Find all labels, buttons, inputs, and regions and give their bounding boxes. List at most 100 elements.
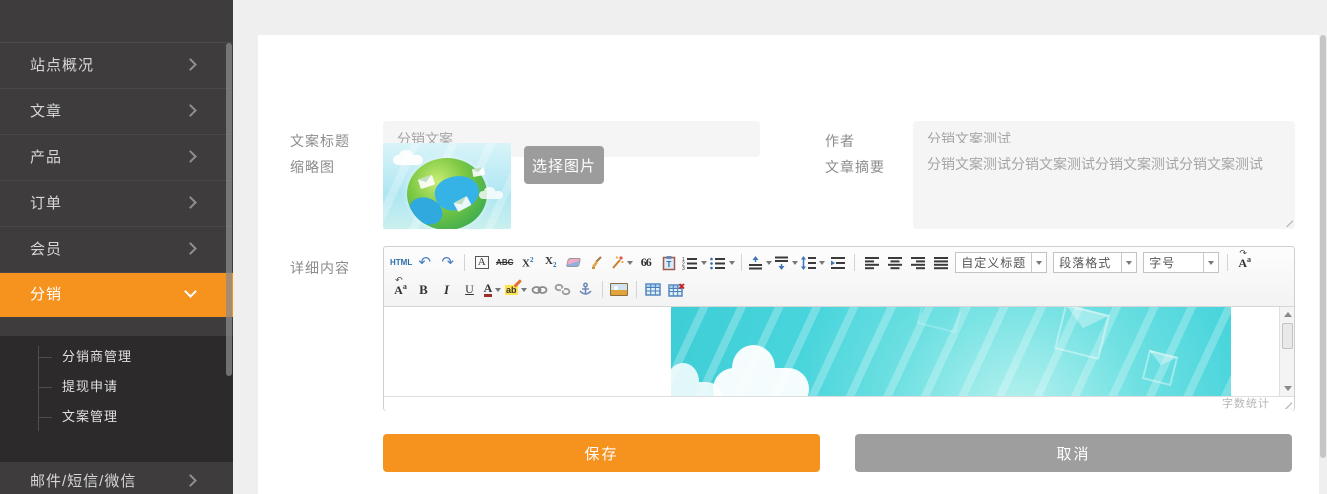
align-left-icon[interactable] — [861, 252, 882, 273]
redo-icon[interactable]: ↷ — [437, 252, 458, 273]
blockquote-icon[interactable]: 66 — [635, 252, 656, 273]
scroll-down-arrow-icon[interactable] — [1280, 382, 1294, 396]
dropdown-caret-icon — [627, 261, 633, 268]
format-brush-icon[interactable] — [586, 252, 607, 273]
delete-table-icon[interactable] — [666, 279, 687, 300]
sidebar: 站点概况文章产品订单会员分销分销商管理提现申请文案管理邮件/短信/微信 — [0, 0, 233, 494]
autotypeset-icon[interactable] — [609, 252, 633, 273]
highlight-color-icon[interactable]: ab — [505, 279, 527, 300]
custom-heading-select[interactable]: 自定义标题 — [955, 252, 1047, 273]
letter-case-icon[interactable]: ↷Aa — [1234, 252, 1255, 273]
strikethrough-icon[interactable]: ABC — [494, 252, 515, 273]
sidebar-item-articles[interactable]: 文章 — [0, 89, 233, 135]
dropdown-caret-icon — [521, 288, 527, 295]
sidebar-item-label: 产品 — [30, 149, 62, 166]
superscript-icon[interactable]: X2 — [517, 252, 538, 273]
cloud-shape — [713, 368, 809, 396]
insert-link-icon[interactable] — [529, 279, 550, 300]
cancel-button[interactable]: 取消 — [855, 434, 1292, 472]
chevron-right-icon — [184, 104, 197, 117]
dropdown-caret-icon — [792, 261, 798, 268]
editor-vertical-scrollbar[interactable] — [1279, 307, 1294, 396]
choose-image-button[interactable]: 选择图片 — [524, 146, 604, 184]
sidebar-item-site-overview[interactable]: 站点概况 — [0, 43, 233, 89]
toolbar-separator — [741, 254, 742, 271]
dropdown-caret-icon — [1203, 253, 1218, 272]
sidebar-subitem-copy-management[interactable]: 文案管理 — [0, 402, 233, 432]
sidebar-item-members[interactable]: 会员 — [0, 227, 233, 273]
sidebar-item-products[interactable]: 产品 — [0, 135, 233, 181]
cloud-shape — [393, 155, 423, 165]
page-scrollbar-thumb[interactable] — [1320, 35, 1326, 458]
ordered-list-icon[interactable]: 123 — [681, 252, 707, 273]
dropdown-caret-icon — [1031, 253, 1046, 272]
italic-icon[interactable]: I — [436, 279, 457, 300]
line-height-icon[interactable] — [800, 252, 825, 273]
html-source-icon[interactable]: HTML — [390, 252, 412, 273]
eraser-icon[interactable] — [563, 252, 584, 273]
align-justify-icon[interactable] — [930, 252, 951, 273]
sidebar-item-distribution[interactable]: 分销 — [0, 273, 233, 317]
letter-case-alt-icon[interactable]: ↶Aa — [390, 279, 411, 300]
insert-table-icon[interactable] — [643, 279, 664, 300]
anchor-icon[interactable] — [575, 279, 596, 300]
font-color-icon[interactable]: A — [482, 279, 503, 300]
sidebar-header — [0, 0, 233, 43]
font-border-icon[interactable]: A — [471, 252, 492, 273]
select-label: 字号 — [1144, 254, 1203, 271]
svg-text:3: 3 — [682, 266, 685, 270]
editor-scrollbar-thumb[interactable] — [1282, 323, 1293, 349]
indent-icon[interactable] — [827, 252, 848, 273]
dropdown-caret-icon — [819, 261, 825, 268]
select-label: 段落格式 — [1054, 254, 1121, 271]
copy-title-label: 文案标题 — [290, 131, 350, 151]
sidebar-scrollbar-thumb[interactable] — [226, 43, 232, 376]
paragraph-space-top-icon[interactable] — [748, 252, 772, 273]
editor-statusbar: 字数统计 — [384, 396, 1294, 411]
dropdown-caret-icon — [729, 261, 735, 268]
editor-toolbar: HTML↶↷AABCX2X266T123自定义标题段落格式字号↷Aa ↶AaBI… — [384, 247, 1294, 307]
dropdown-caret-icon — [1121, 253, 1136, 272]
sidebar-item-label: 会员 — [30, 241, 62, 258]
summary-text: 分销文案测试分销文案测试分销文案测试分销文案测试 — [927, 156, 1263, 172]
word-count-label: 字数统计 — [1222, 398, 1270, 410]
content-banner-image[interactable] — [671, 307, 1231, 396]
dropdown-caret-icon — [495, 288, 501, 295]
font-size-select[interactable]: 字号 — [1143, 252, 1219, 273]
select-label: 自定义标题 — [956, 254, 1031, 271]
toolbar-separator — [602, 281, 603, 298]
undo-icon[interactable]: ↶ — [414, 252, 435, 273]
dropdown-caret-icon — [701, 261, 707, 268]
paragraph-space-bottom-icon[interactable] — [774, 252, 798, 273]
admin-app: 站点概况文章产品订单会员分销分销商管理提现申请文案管理邮件/短信/微信 文案标题… — [0, 0, 1327, 494]
sidebar-menu: 站点概况文章产品订单会员分销分销商管理提现申请文案管理邮件/短信/微信 — [0, 43, 233, 494]
scroll-up-arrow-icon[interactable] — [1280, 307, 1294, 321]
chevron-right-icon — [184, 196, 197, 209]
bold-icon[interactable]: B — [413, 279, 434, 300]
editor-resize-grip-icon[interactable] — [1282, 399, 1292, 409]
cloud-shape — [479, 191, 503, 199]
align-center-icon[interactable] — [884, 252, 905, 273]
toolbar-row-2: ↶AaBIUAab — [389, 276, 1289, 303]
paragraph-format-select[interactable]: 段落格式 — [1053, 252, 1137, 273]
sidebar-item-orders[interactable]: 订单 — [0, 181, 233, 227]
sidebar-subitem-withdrawal-application[interactable]: 提现申请 — [0, 372, 233, 402]
resize-grip-icon[interactable] — [1283, 217, 1293, 227]
sidebar-subitem-distributor-management[interactable]: 分销商管理 — [0, 342, 233, 372]
unlink-icon[interactable] — [552, 279, 573, 300]
toolbar-row-1: HTML↶↷AABCX2X266T123自定义标题段落格式字号↷Aa — [389, 249, 1289, 276]
subscript-icon[interactable]: X2 — [540, 252, 561, 273]
editor-content-area[interactable] — [384, 307, 1294, 396]
page-scrollbar[interactable] — [1319, 35, 1327, 494]
unordered-list-icon[interactable] — [709, 252, 735, 273]
summary-textarea[interactable]: 分销文案测试分销文案测试分销文案测试分销文案测试 — [913, 143, 1295, 229]
paste-plain-icon[interactable]: T — [658, 252, 679, 273]
save-button[interactable]: 保存 — [383, 434, 820, 472]
sidebar-item-mail-sms-wechat[interactable]: 邮件/短信/微信 — [0, 462, 233, 494]
underline-icon[interactable]: U — [459, 279, 480, 300]
sidebar-item-label: 邮件/短信/微信 — [30, 473, 136, 490]
align-right-icon[interactable] — [907, 252, 928, 273]
toolbar-separator — [464, 254, 465, 271]
toolbar-separator — [636, 281, 637, 298]
insert-image-icon[interactable] — [609, 279, 630, 300]
